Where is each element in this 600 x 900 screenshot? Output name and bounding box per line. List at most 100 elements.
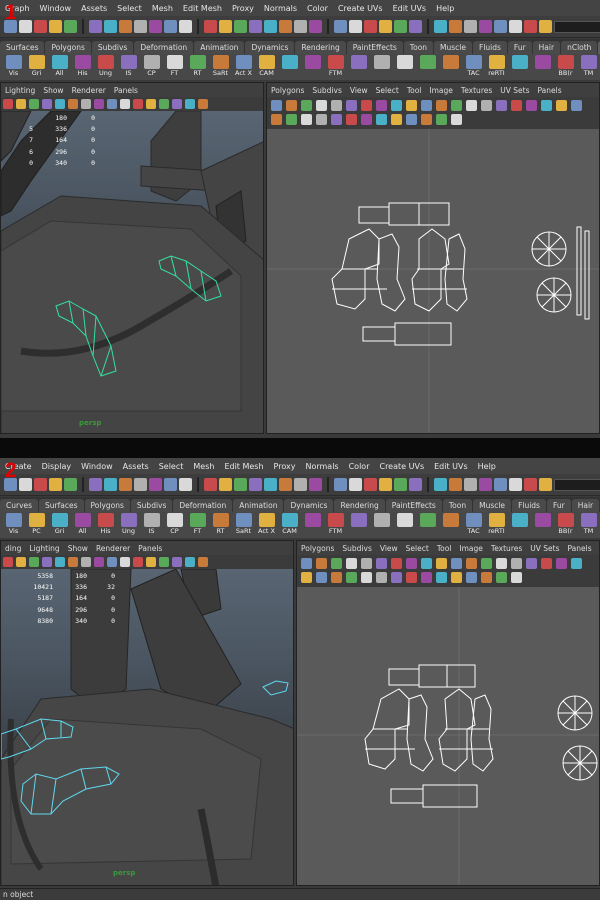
shelf-button[interactable]: RT: [209, 512, 232, 538]
status-tool-icon[interactable]: [179, 478, 192, 491]
command-input[interactable]: [554, 20, 600, 33]
menu-mesh[interactable]: Mesh: [188, 462, 219, 471]
status-tool-icon[interactable]: [104, 20, 117, 33]
uv-shells[interactable]: [267, 129, 600, 434]
uv-menu-tool[interactable]: Tool: [403, 86, 426, 95]
uv-tool-icon[interactable]: [436, 558, 447, 569]
shelf-tab-subdivs[interactable]: Subdivs: [91, 41, 134, 54]
menu-edit-mesh[interactable]: Edit Mesh: [178, 4, 227, 13]
status-tool-icon[interactable]: [134, 20, 147, 33]
uv-tool-icon[interactable]: [436, 100, 447, 111]
viewport-tool-icon[interactable]: [172, 557, 182, 567]
viewport-tool-icon[interactable]: [185, 557, 195, 567]
shelf-button[interactable]: [416, 512, 439, 538]
viewport-tool-icon[interactable]: [16, 557, 26, 567]
uv-tool-icon[interactable]: [421, 572, 432, 583]
shelf-button[interactable]: CAM: [255, 54, 278, 80]
uv-tool-icon[interactable]: [451, 558, 462, 569]
shelf-tab-dynamics[interactable]: Dynamics: [284, 499, 334, 512]
menu-window[interactable]: Window: [35, 4, 77, 13]
shelf-button[interactable]: TM: [577, 54, 600, 80]
shelf-tab-fur[interactable]: Fur: [507, 41, 532, 54]
status-tool-icon[interactable]: [309, 478, 322, 491]
status-tool-icon[interactable]: [509, 478, 522, 491]
uv-tool-icon[interactable]: [331, 572, 342, 583]
status-tool-icon[interactable]: [334, 478, 347, 491]
shelf-button[interactable]: Act X: [232, 54, 255, 80]
shelf-tab-muscle[interactable]: Muscle: [473, 499, 512, 512]
uv-menu-polygons[interactable]: Polygons: [297, 544, 338, 553]
uv-menu-subdivs[interactable]: Subdivs: [308, 86, 345, 95]
status-tool-icon[interactable]: [49, 478, 62, 491]
viewport-tool-icon[interactable]: [133, 557, 143, 567]
uv-tool-icon[interactable]: [346, 114, 357, 125]
uv-tool-icon[interactable]: [361, 572, 372, 583]
viewport-tool-icon[interactable]: [146, 99, 156, 109]
uv-tool-icon[interactable]: [541, 558, 552, 569]
shelf-button[interactable]: [416, 54, 439, 80]
shelf-button[interactable]: CAM: [278, 512, 301, 538]
menu-help[interactable]: Help: [431, 4, 459, 13]
uv-menu-select[interactable]: Select: [402, 544, 433, 553]
shelf-tab-polygons[interactable]: Polygons: [45, 41, 91, 54]
uv-menu-polygons[interactable]: Polygons: [267, 86, 308, 95]
shelf-button[interactable]: [508, 54, 531, 80]
status-tool-icon[interactable]: [539, 20, 552, 33]
uv-tool-icon[interactable]: [301, 114, 312, 125]
shelf-button[interactable]: Gri: [25, 54, 48, 80]
shelf-tab-deformation[interactable]: Deformation: [134, 41, 194, 54]
uv-tool-icon[interactable]: [406, 572, 417, 583]
status-tool-icon[interactable]: [524, 478, 537, 491]
menu-color[interactable]: Color: [302, 4, 333, 13]
status-tool-icon[interactable]: [294, 20, 307, 33]
uv-tool-icon[interactable]: [406, 100, 417, 111]
shelf-button[interactable]: Ung: [117, 512, 140, 538]
uv-tool-icon[interactable]: [541, 100, 552, 111]
shelf-button[interactable]: CP: [140, 54, 163, 80]
shelf-button[interactable]: [301, 512, 324, 538]
status-tool-icon[interactable]: [179, 20, 192, 33]
uv-tool-icon[interactable]: [466, 558, 477, 569]
uv-menu-tool[interactable]: Tool: [433, 544, 456, 553]
shelf-tab-subdivs[interactable]: Subdivs: [130, 499, 173, 512]
shelf-button[interactable]: PC: [25, 512, 48, 538]
uv-menu-uv-sets[interactable]: UV Sets: [496, 86, 533, 95]
shelf-button[interactable]: SaRt: [209, 54, 232, 80]
uv-tool-icon[interactable]: [436, 114, 447, 125]
uv-tool-icon[interactable]: [331, 558, 342, 569]
status-tool-icon[interactable]: [204, 478, 217, 491]
shelf-tab-surfaces[interactable]: Surfaces: [39, 499, 84, 512]
menu-mesh[interactable]: Mesh: [147, 4, 178, 13]
uv-tool-icon[interactable]: [316, 114, 327, 125]
shelf-button[interactable]: IS: [140, 512, 163, 538]
shelf-button[interactable]: BB(r: [554, 512, 577, 538]
shelf-button[interactable]: His: [94, 512, 117, 538]
status-tool-icon[interactable]: [349, 478, 362, 491]
uv-tool-icon[interactable]: [571, 100, 582, 111]
uv-tool-icon[interactable]: [421, 558, 432, 569]
viewport-menu-ding[interactable]: ding: [1, 544, 25, 553]
uv-shells[interactable]: [297, 587, 600, 886]
status-tool-icon[interactable]: [364, 478, 377, 491]
status-tool-icon[interactable]: [119, 478, 132, 491]
status-tool-icon[interactable]: [509, 20, 522, 33]
shelf-tab-painteffects[interactable]: PaintEffects: [385, 499, 442, 512]
uv-tool-icon[interactable]: [406, 558, 417, 569]
shelf-button[interactable]: Gri: [48, 512, 71, 538]
uv-tool-icon[interactable]: [331, 100, 342, 111]
shelf-button[interactable]: His: [71, 54, 94, 80]
menu-proxy[interactable]: Proxy: [269, 462, 301, 471]
status-tool-icon[interactable]: [89, 478, 102, 491]
status-tool-icon[interactable]: [164, 478, 177, 491]
viewport-tool-icon[interactable]: [55, 557, 65, 567]
status-tool-icon[interactable]: [204, 20, 217, 33]
uv-tool-icon[interactable]: [316, 100, 327, 111]
uv-tool-icon[interactable]: [391, 114, 402, 125]
status-tool-icon[interactable]: [19, 20, 32, 33]
status-tool-icon[interactable]: [234, 20, 247, 33]
status-tool-icon[interactable]: [234, 478, 247, 491]
uv-menu-subdivs[interactable]: Subdivs: [338, 544, 375, 553]
uv-tool-icon[interactable]: [406, 114, 417, 125]
uv-tool-icon[interactable]: [391, 572, 402, 583]
shelf-tab-toon[interactable]: Toon: [442, 499, 473, 512]
